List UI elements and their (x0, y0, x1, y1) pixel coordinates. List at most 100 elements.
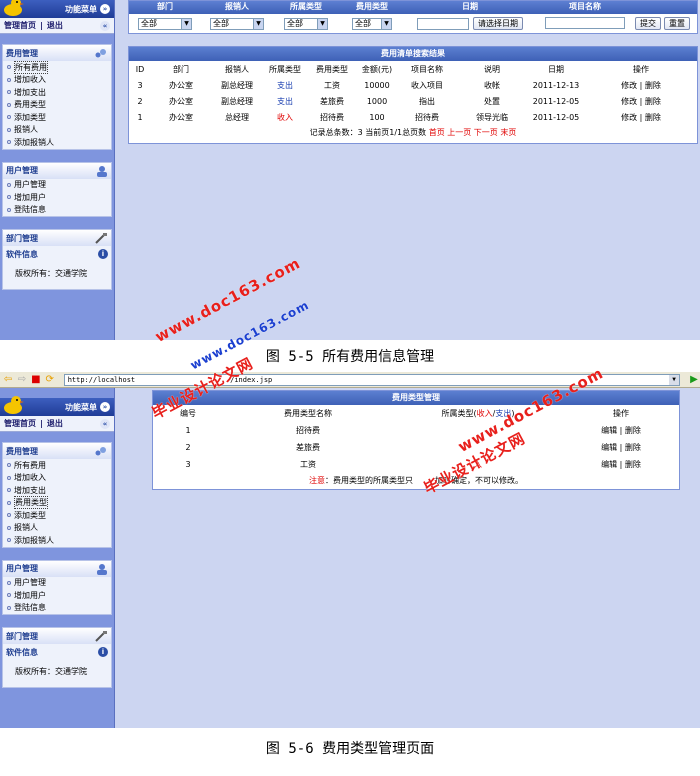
delete-link[interactable]: 删除 (625, 426, 641, 435)
belong-type-select[interactable]: 全部 ▼ (284, 17, 328, 30)
info-icon: i (98, 249, 108, 259)
sidebar-item-claimants[interactable]: 报销人 (3, 124, 111, 137)
table-row: 2 办公室 副总经理 支出 差旅费 1000 指出 处置 2011-12-05 修改 | 删… (137, 96, 661, 106)
prev-page-link[interactable]: 上一页 (447, 128, 471, 137)
filter-header: 部门 报销人 所属类型 费用类型 日期 项目名称 (129, 1, 697, 14)
cost-menu: 费用管理 所有费用 增加收入 增加支出 费用类型 添加类型 报销人 添加报销人 (2, 44, 112, 150)
sidebar-item-user-manage[interactable]: 用户管理 (3, 179, 111, 192)
sidebar-item-all-costs[interactable]: 所有费用 (3, 60, 111, 74)
sidebar-item-login-info[interactable]: 登陆信息 (3, 204, 111, 217)
top-links: 管理首页 | 退出 « (0, 416, 114, 432)
sidebar-item-add-expense[interactable]: 增加支出 (3, 484, 111, 497)
collapse-left-icon[interactable]: « (100, 418, 110, 429)
choose-date-button[interactable]: 请选择日期 (473, 17, 523, 30)
software-menu-title[interactable]: 软件信息 i (3, 644, 111, 660)
sidebar-item-add-claimant[interactable]: 添加报销人 (3, 534, 111, 547)
sidebar-item-user-manage[interactable]: 用户管理 (3, 577, 111, 590)
edit-link[interactable]: 编辑 (601, 426, 617, 435)
dept-menu: 部门管理 软件信息 i 版权所有：交通学院 (2, 229, 112, 290)
logout-link[interactable]: 退出 (47, 419, 63, 428)
cost-menu-title: 费用管理 (3, 45, 111, 61)
claimant-select[interactable]: 全部 ▼ (210, 17, 264, 30)
table-row: 3 工资入 编辑 | 删除 (185, 460, 641, 469)
chevron-down-icon: ▼ (381, 18, 391, 29)
sidebar-item-all-costs[interactable]: 所有费用 (3, 459, 111, 472)
menu-header: 功能菜单 » (0, 0, 114, 18)
next-page-link[interactable]: 下一页 (474, 128, 498, 137)
sidebar-item-add-claimant[interactable]: 添加报销人 (3, 136, 111, 149)
sidebar-item-add-income[interactable]: 增加收入 (3, 472, 111, 485)
delete-link[interactable]: 删除 (625, 443, 641, 452)
edit-link[interactable]: 修改 (621, 113, 637, 122)
user-icon (97, 165, 107, 177)
search-filter: 部门 报销人 所属类型 费用类型 日期 项目名称 全部 ▼ 全部 ▼ 全部 ▼ 全部 ▼… (128, 0, 698, 34)
cost-type-panel: 费用类型管理 编号 费用类型名称 所属类型(收入/支出) 操作 1 招待费 编辑 … (152, 390, 680, 490)
table-row: 1 办公室 总经理 收入 招待费 100 招待费 领导光临 2011-12-05 修改 | … (137, 112, 661, 122)
home-link[interactable]: 管理首页 (4, 419, 36, 428)
collapse-menu-icon[interactable]: » (100, 4, 110, 14)
date-input[interactable] (417, 17, 469, 30)
project-name-input[interactable] (545, 16, 625, 29)
first-page-link[interactable]: 首页 (429, 128, 445, 137)
duck-logo-icon (4, 396, 24, 414)
collapse-menu-icon[interactable]: » (100, 402, 110, 412)
chevron-down-icon: ▼ (253, 18, 263, 29)
gear-icon (95, 447, 106, 456)
refresh-icon[interactable]: ⟳ (44, 374, 56, 386)
top-links: 管理首页 | 退出 « (0, 18, 114, 34)
logout-link[interactable]: 退出 (47, 21, 63, 30)
sidebar: 功能菜单 » 管理首页 | 退出 « 费用管理 所有费用 增加收入 增加支出 费用类… (0, 388, 115, 728)
sidebar-item-add-income[interactable]: 增加收入 (3, 74, 111, 87)
sidebar-item-add-user[interactable]: 增加用户 (3, 191, 111, 204)
sidebar-item-login-info[interactable]: 登陆信息 (3, 602, 111, 615)
edit-link[interactable]: 修改 (621, 97, 637, 106)
note: 注意：费用类型的所属类型只 加时确定，不可以修改。 (309, 476, 523, 485)
table-row: 3 办公室 副总经理 支出 工资 10000 收入项目 收帐 2011-12-13 修改 |… (137, 80, 661, 90)
cost-menu-title: 费用管理 (3, 443, 111, 459)
back-icon[interactable]: ⇦ (2, 374, 14, 386)
sidebar-item-cost-types[interactable]: 费用类型 (3, 99, 111, 112)
expense-list-screen: 功能菜单 » 管理首页 | 退出 « 费用管理 所有费用 增加收入 增加支出 费用类… (0, 0, 700, 340)
dept-menu-title[interactable]: 部门管理 (3, 230, 111, 246)
collapse-left-icon[interactable]: « (100, 20, 110, 31)
copyright: 版权所有：交通学院 (15, 269, 87, 278)
main-content: 部门 报销人 所属类型 费用类型 日期 项目名称 全部 ▼ 全部 ▼ 全部 ▼ 全部 ▼… (128, 0, 700, 340)
forward-icon[interactable]: ⇨ (16, 374, 28, 386)
submit-button[interactable]: 提交 (635, 17, 661, 30)
stop-icon[interactable]: ■ (30, 374, 42, 386)
home-link[interactable]: 管理首页 (4, 21, 36, 30)
user-menu-title: 用户管理 (3, 162, 111, 179)
delete-link[interactable]: 删除 (645, 113, 661, 122)
dept-menu-title[interactable]: 部门管理 (3, 628, 111, 644)
delete-link[interactable]: 删除 (645, 81, 661, 90)
dept-menu: 部门管理 软件信息 i 版权所有：交通学院 (2, 627, 112, 688)
chevron-down-icon: ▼ (181, 18, 191, 29)
duck-logo-icon (4, 0, 24, 16)
software-menu-title[interactable]: 软件信息 i (3, 246, 111, 262)
reset-button[interactable]: 重置 (664, 17, 690, 30)
edit-link[interactable]: 修改 (621, 81, 637, 90)
sidebar-item-add-user[interactable]: 增加用户 (3, 589, 111, 602)
sidebar-item-cost-types[interactable]: 费用类型 (3, 496, 111, 510)
user-menu: 用户管理 用户管理 增加用户 登陆信息 (2, 161, 112, 217)
chevron-down-icon[interactable]: ▼ (669, 374, 680, 385)
sidebar-item-add-expense[interactable]: 增加支出 (3, 86, 111, 99)
cost-type-title: 费用类型管理 (153, 391, 679, 405)
table-row: 2 差旅费 编辑 | 删除 (185, 443, 641, 452)
delete-link[interactable]: 删除 (625, 460, 641, 469)
cost-type-select[interactable]: 全部 ▼ (352, 17, 392, 30)
edit-link[interactable]: 编辑 (601, 443, 617, 452)
sidebar-item-add-type[interactable]: 添加类型 (3, 111, 111, 124)
sidebar-item-claimants[interactable]: 报销人 (3, 522, 111, 535)
table-header: 编号 费用类型名称 所属类型(收入/支出) 操作 (180, 409, 629, 418)
go-icon[interactable]: ▶ (688, 374, 700, 386)
copyright: 版权所有：交通学院 (15, 667, 87, 676)
delete-link[interactable]: 删除 (645, 97, 661, 106)
info-icon: i (98, 647, 108, 657)
dept-select[interactable]: 全部 ▼ (138, 17, 192, 30)
last-page-link[interactable]: 末页 (500, 128, 516, 137)
main-content: 费用类型管理 编号 费用类型名称 所属类型(收入/支出) 操作 1 招待费 编辑 … (128, 388, 700, 728)
menu-header: 功能菜单 » (0, 396, 114, 416)
edit-link[interactable]: 编辑 (601, 460, 617, 469)
sidebar-item-add-type[interactable]: 添加类型 (3, 509, 111, 522)
